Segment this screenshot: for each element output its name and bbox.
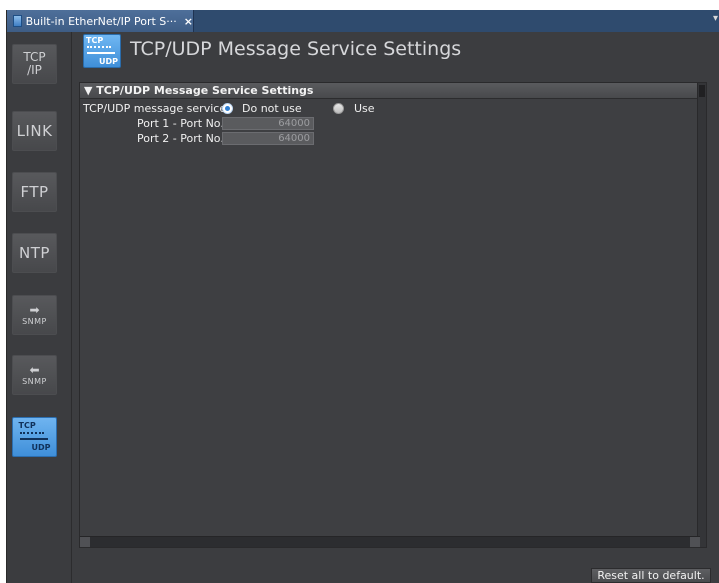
radio-use[interactable]: [333, 103, 344, 114]
rail-button-ntp[interactable]: NTP: [12, 233, 57, 273]
port2-input[interactable]: 64000: [222, 132, 314, 145]
port1-input[interactable]: 64000: [222, 117, 314, 130]
scroll-right-button[interactable]: [690, 537, 700, 547]
tcp-udp-icon: TCP UDP: [83, 34, 121, 68]
port2-label: Port 2 - Port No.: [137, 132, 224, 145]
settings-panel: ▼ TCP/UDP Message Service Settings TCP/U…: [79, 82, 707, 548]
rail-button-tcpip[interactable]: TCP /IP: [12, 44, 57, 84]
scroll-left-button[interactable]: [80, 537, 90, 547]
tab-label: Built-in EtherNet/IP Port S···: [25, 14, 177, 28]
radio-do-not-use[interactable]: [222, 103, 233, 114]
radio-use-label[interactable]: Use: [354, 102, 375, 115]
rail-button-tcpudp[interactable]: TCP UDP: [12, 417, 57, 457]
rail-button-snmp-trap[interactable]: ⬅ SNMP: [12, 355, 57, 395]
snmp-icon-label: SNMP: [22, 316, 47, 326]
snmp-trap-icon-label: SNMP: [22, 376, 47, 386]
tcpip-icon-line2: /IP: [27, 63, 42, 77]
ntp-icon: NTP: [19, 243, 50, 262]
arrow-left-icon: ⬅: [29, 362, 40, 377]
settings-category-rail: TCP /IP LINK FTP NTP ➡ SNMP ⬅ SNMP TCP U…: [7, 32, 72, 583]
link-icon: LINK: [16, 121, 53, 140]
port1-label: Port 1 - Port No.: [137, 117, 224, 130]
chevron-down-icon[interactable]: ▾: [713, 13, 718, 24]
rail-button-ftp[interactable]: FTP: [12, 172, 57, 212]
unit-icon: [13, 15, 22, 27]
ftp-icon: FTP: [20, 182, 49, 201]
vertical-scrollbar[interactable]: [697, 83, 706, 547]
section-header-tcp-udp[interactable]: ▼ TCP/UDP Message Service Settings: [80, 83, 700, 99]
page-title: TCP/UDP Message Service Settings: [130, 38, 462, 60]
scroll-thumb[interactable]: [699, 85, 705, 97]
rail-button-link[interactable]: LINK: [12, 111, 57, 151]
tab-strip: Built-in EtherNet/IP Port S··· × ▾: [7, 10, 719, 32]
tab-builtin-ethernet-ip-port[interactable]: Built-in EtherNet/IP Port S··· ×: [7, 10, 194, 32]
tcp-udp-icon: TCP UDP: [18, 421, 51, 452]
horizontal-scrollbar[interactable]: [80, 536, 700, 547]
service-label: TCP/UDP message service: [83, 102, 227, 115]
rail-button-snmp-send[interactable]: ➡ SNMP: [12, 295, 57, 335]
radio-do-not-use-label[interactable]: Do not use: [242, 102, 302, 115]
arrow-right-icon: ➡: [29, 302, 40, 317]
reset-all-button[interactable]: Reset all to default.: [591, 568, 711, 583]
close-icon[interactable]: ×: [184, 15, 193, 28]
